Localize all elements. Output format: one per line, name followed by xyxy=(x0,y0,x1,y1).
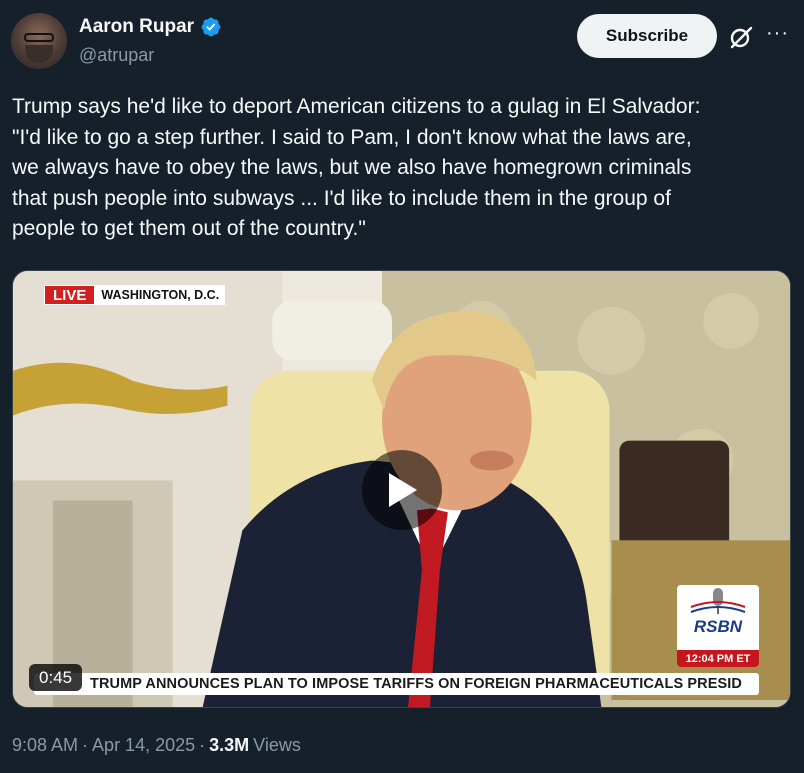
avatar[interactable] xyxy=(11,13,67,69)
network-logo: RSBN 12:04 PM ET xyxy=(677,585,759,667)
tweet-time[interactable]: 9:08 AM xyxy=(12,735,78,756)
tweet-meta: 9:08 AM · Apr 14, 2025 · 3.3M Views xyxy=(12,735,301,756)
play-button[interactable] xyxy=(362,450,442,530)
grok-icon[interactable] xyxy=(728,24,754,50)
verified-badge-icon xyxy=(201,17,221,37)
avatar-beard xyxy=(25,45,53,63)
tweet-date[interactable]: Apr 14, 2025 xyxy=(92,735,195,756)
meta-separator: · xyxy=(82,735,89,755)
views-label: Views xyxy=(253,735,301,755)
author-handle[interactable]: @atrupar xyxy=(79,45,154,66)
subscribe-button[interactable]: Subscribe xyxy=(577,14,717,58)
live-label: LIVE xyxy=(44,285,96,305)
live-badge: LIVE WASHINGTON, D.C. xyxy=(44,285,226,305)
more-icon[interactable]: ··· xyxy=(766,23,790,46)
author-name-row[interactable]: Aaron Rupar xyxy=(79,16,222,38)
news-ticker: TRUMP ANNOUNCES PLAN TO IMPOSE TARIFFS O… xyxy=(34,673,759,695)
network-time: 12:04 PM ET xyxy=(677,650,759,667)
microphone-icon xyxy=(690,588,746,614)
meta-separator: · xyxy=(199,735,206,755)
live-location: WASHINGTON, D.C. xyxy=(95,285,226,305)
avatar-glasses xyxy=(24,33,54,42)
author-display-name[interactable]: Aaron Rupar xyxy=(79,16,194,38)
play-icon xyxy=(389,473,417,507)
video-duration: 0:45 xyxy=(29,664,83,691)
network-logo-text: RSBN xyxy=(693,617,743,636)
views-count: 3.3M xyxy=(209,735,250,755)
ticker-text: TRUMP ANNOUNCES PLAN TO IMPOSE TARIFFS O… xyxy=(90,676,742,692)
tweet-text: Trump says he'd like to deport American … xyxy=(12,95,701,240)
